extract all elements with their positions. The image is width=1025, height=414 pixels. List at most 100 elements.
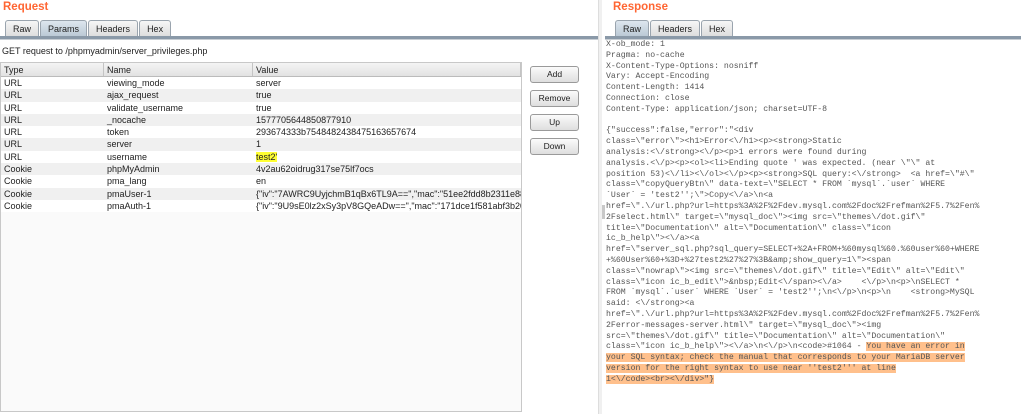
- cell-type: URL: [1, 126, 104, 138]
- name-text: pmaAuth-1: [107, 200, 152, 211]
- tab-headers[interactable]: Headers: [650, 20, 701, 37]
- cell-value: 293674333b7548482438475163657674: [253, 126, 521, 138]
- name-text: token: [107, 127, 130, 138]
- cell-type: URL: [1, 114, 104, 126]
- type-text: URL: [4, 151, 23, 162]
- table-header: Type Name Value: [1, 63, 521, 77]
- response-pane: Response Raw Headers Hex X-ob_mode: 1 Pr…: [602, 0, 1025, 414]
- table-row[interactable]: Cookie pma_lang en: [1, 175, 521, 188]
- type-text: URL: [4, 78, 23, 88]
- cell-name: pma_lang: [104, 175, 253, 187]
- scrollbar[interactable]: [602, 205, 605, 219]
- add-button[interactable]: Add: [530, 66, 579, 83]
- table-row[interactable]: URL ajax_request true: [1, 89, 521, 102]
- response-tabs: Raw Headers Hex: [615, 20, 734, 37]
- tab-headers[interactable]: Headers: [88, 20, 139, 37]
- table-row[interactable]: Cookie pmaUser-1 {"iv":"7AWRC9UyjchmB1qBx6…: [1, 187, 521, 200]
- column-header-value[interactable]: Value: [253, 63, 521, 76]
- name-text: server: [107, 139, 133, 150]
- tab-divider: [0, 36, 598, 40]
- tab-hex[interactable]: Hex: [701, 20, 734, 37]
- cell-type: Cookie: [1, 175, 104, 187]
- name-text: username: [107, 151, 148, 162]
- tab-raw[interactable]: Raw: [615, 20, 650, 37]
- value-text: en: [256, 176, 267, 187]
- type-text: Cookie: [4, 188, 33, 199]
- request-pane: Request Raw Params Headers Hex GET reque…: [0, 0, 598, 414]
- tab-params[interactable]: Params: [40, 20, 88, 37]
- raw-response-text[interactable]: X-ob_mode: 1 Pragma: no-cache X-Content-…: [606, 40, 1021, 410]
- table-row[interactable]: URL viewing_mode server: [1, 77, 521, 90]
- cell-type: URL: [1, 77, 104, 89]
- tab-hex[interactable]: Hex: [139, 20, 172, 37]
- table-body: URL viewing_mode server URL ajax_request true…: [1, 77, 521, 213]
- table-row[interactable]: URL username test2': [1, 150, 521, 164]
- cell-name: token: [104, 126, 253, 138]
- cell-value: server: [253, 77, 521, 89]
- cell-name: ajax_request: [104, 89, 253, 101]
- table-row[interactable]: Cookie pmaAuth-1 {"iv":"9U9sE0lz2xSy3pV8GQ…: [1, 199, 521, 213]
- table-row[interactable]: URL validate_username true: [1, 101, 521, 114]
- value-text: 1577705644850877910: [256, 114, 352, 125]
- cell-type: URL: [1, 138, 104, 150]
- params-table: Type Name Value URL viewing_mode server URL…: [0, 62, 522, 412]
- cell-name: viewing_mode: [104, 77, 253, 89]
- type-text: URL: [4, 90, 23, 101]
- cell-value: test2': [253, 151, 521, 163]
- type-text: URL: [4, 114, 23, 125]
- cell-type: URL: [1, 89, 104, 101]
- tab-raw[interactable]: Raw: [5, 20, 40, 37]
- cell-value: 1: [253, 138, 521, 150]
- response-text: X-ob_mode: 1 Pragma: no-cache X-Content-…: [606, 40, 980, 352]
- value-text: {"iv":"7AWRC9UyjchmB1qBx6TL9A==","mac":"…: [256, 188, 521, 199]
- value-text: server: [256, 78, 282, 88]
- cell-value: true: [253, 89, 521, 101]
- cell-type: URL: [1, 102, 104, 114]
- cell-name: username: [104, 151, 253, 163]
- value-text: 293674333b7548482438475163657674: [256, 127, 417, 138]
- table-row[interactable]: URL token 293674333b7548482438475163657674: [1, 126, 521, 139]
- cell-name: _nocache: [104, 114, 253, 126]
- param-buttons: Add Remove Up Down: [530, 66, 579, 155]
- name-text: validate_username: [107, 102, 184, 113]
- down-button[interactable]: Down: [530, 138, 579, 155]
- type-text: Cookie: [4, 164, 33, 175]
- name-text: pma_lang: [107, 176, 147, 187]
- value-text: true: [256, 90, 272, 101]
- cell-name: server: [104, 138, 253, 150]
- request-title: Request: [3, 1, 49, 13]
- cell-value: 1577705644850877910: [253, 114, 521, 126]
- cell-name: validate_username: [104, 102, 253, 114]
- type-text: URL: [4, 102, 23, 113]
- value-text: 4v2au62oidrug317se75lf7ocs: [256, 164, 374, 175]
- column-header-name[interactable]: Name: [104, 63, 253, 76]
- cell-type: URL: [1, 151, 104, 163]
- table-row[interactable]: URL server 1: [1, 138, 521, 151]
- cell-value: 4v2au62oidrug317se75lf7ocs: [253, 163, 521, 175]
- cell-type: Cookie: [1, 163, 104, 175]
- up-button[interactable]: Up: [530, 114, 579, 131]
- table-row[interactable]: URL _nocache 1577705644850877910: [1, 113, 521, 127]
- type-text: Cookie: [4, 200, 33, 211]
- type-text: URL: [4, 139, 23, 150]
- value-text: {"iv":"9U9sE0lz2xSy3pV8GQeADw==","mac":"…: [256, 200, 521, 211]
- value-text: 1: [256, 139, 262, 150]
- type-text: Cookie: [4, 176, 33, 187]
- cell-name: phpMyAdmin: [104, 163, 253, 175]
- table-row[interactable]: Cookie phpMyAdmin 4v2au62oidrug317se75lf7o…: [1, 163, 521, 176]
- column-header-type[interactable]: Type: [1, 63, 104, 76]
- name-text: pmaUser-1: [107, 188, 152, 199]
- cell-name: pmaUser-1: [104, 188, 253, 200]
- response-title: Response: [613, 1, 668, 13]
- name-text: ajax_request: [107, 90, 159, 101]
- name-text: _nocache: [107, 114, 147, 125]
- value-text: true: [256, 102, 272, 113]
- name-text: phpMyAdmin: [107, 164, 160, 175]
- cell-type: Cookie: [1, 200, 104, 212]
- remove-button[interactable]: Remove: [530, 90, 579, 107]
- value-text: test2': [256, 151, 278, 162]
- request-summary: GET request to /phpmyadmin/server_privil…: [2, 46, 208, 56]
- request-tabs: Raw Params Headers Hex: [5, 20, 172, 37]
- cell-value: {"iv":"7AWRC9UyjchmB1qBx6TL9A==","mac":"…: [253, 188, 521, 200]
- cell-value: en: [253, 175, 521, 187]
